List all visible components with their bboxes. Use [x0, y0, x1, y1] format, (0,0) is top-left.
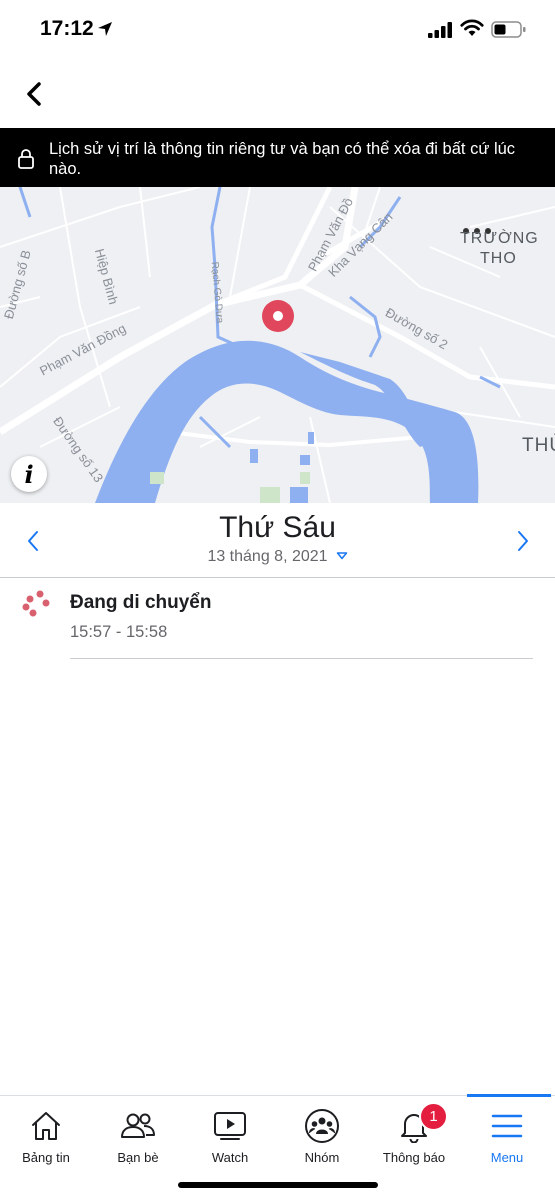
map-info-button[interactable]: i — [11, 456, 47, 492]
tab-menu[interactable]: Menu — [461, 1100, 553, 1175]
tab-watch[interactable]: Watch — [184, 1100, 276, 1175]
active-tab-indicator — [467, 1094, 551, 1097]
home-indicator — [178, 1182, 378, 1188]
tab-friends[interactable]: Bạn bè — [92, 1100, 184, 1175]
lock-icon — [16, 148, 36, 175]
tab-label: Watch — [211, 1150, 249, 1165]
day-name: Thứ Sáu — [219, 511, 336, 544]
map-label-thu: THỦ — [522, 435, 555, 456]
tab-label: Bạn bè — [117, 1150, 159, 1165]
groups-icon — [276, 1106, 368, 1146]
timeline-entry-title[interactable]: Đang di chuyển — [70, 592, 211, 614]
notification-badge: 1 — [419, 1102, 448, 1131]
privacy-text: Lịch sử vị trí là thông tin riêng tư và … — [49, 140, 516, 178]
tab-news-feed[interactable]: Bảng tin — [0, 1100, 92, 1175]
signal-icon — [428, 22, 454, 43]
chevron-left-icon — [27, 82, 41, 106]
tab-label: Thông báo — [382, 1150, 446, 1165]
divider — [0, 577, 555, 578]
location-map[interactable]: Phạm Văn Đồng Phạm Văn Đồ Kha Vạng Cân Đ… — [0, 187, 555, 503]
battery-icon — [491, 20, 527, 45]
location-arrow-icon — [97, 21, 113, 42]
menu-icon — [461, 1106, 553, 1146]
map-label-truong-tho: TRƯỜNG — [460, 230, 539, 247]
moving-dots-icon — [22, 590, 54, 627]
wifi-icon — [460, 19, 484, 42]
next-day-button[interactable] — [508, 526, 538, 556]
tab-label: Nhóm — [304, 1150, 340, 1165]
home-icon — [0, 1106, 92, 1146]
info-icon: i — [24, 459, 34, 489]
chevron-right-icon — [518, 531, 528, 551]
map-label-tho: THO — [480, 250, 517, 267]
friends-icon — [92, 1106, 184, 1146]
caret-down-icon — [336, 548, 348, 566]
status-time: 17:12 — [40, 17, 94, 40]
tab-label: Menu — [490, 1150, 524, 1165]
date-label: 13 tháng 8, 2021 — [207, 548, 328, 566]
back-button[interactable] — [14, 74, 54, 114]
date-picker[interactable]: 13 tháng 8, 2021 — [0, 548, 555, 566]
timeline-entry-time: 15:57 - 15:58 — [70, 623, 168, 641]
watch-icon — [184, 1106, 276, 1146]
tab-groups[interactable]: Nhóm — [276, 1100, 368, 1175]
divider — [70, 658, 533, 659]
tab-label: Bảng tin — [22, 1150, 70, 1165]
